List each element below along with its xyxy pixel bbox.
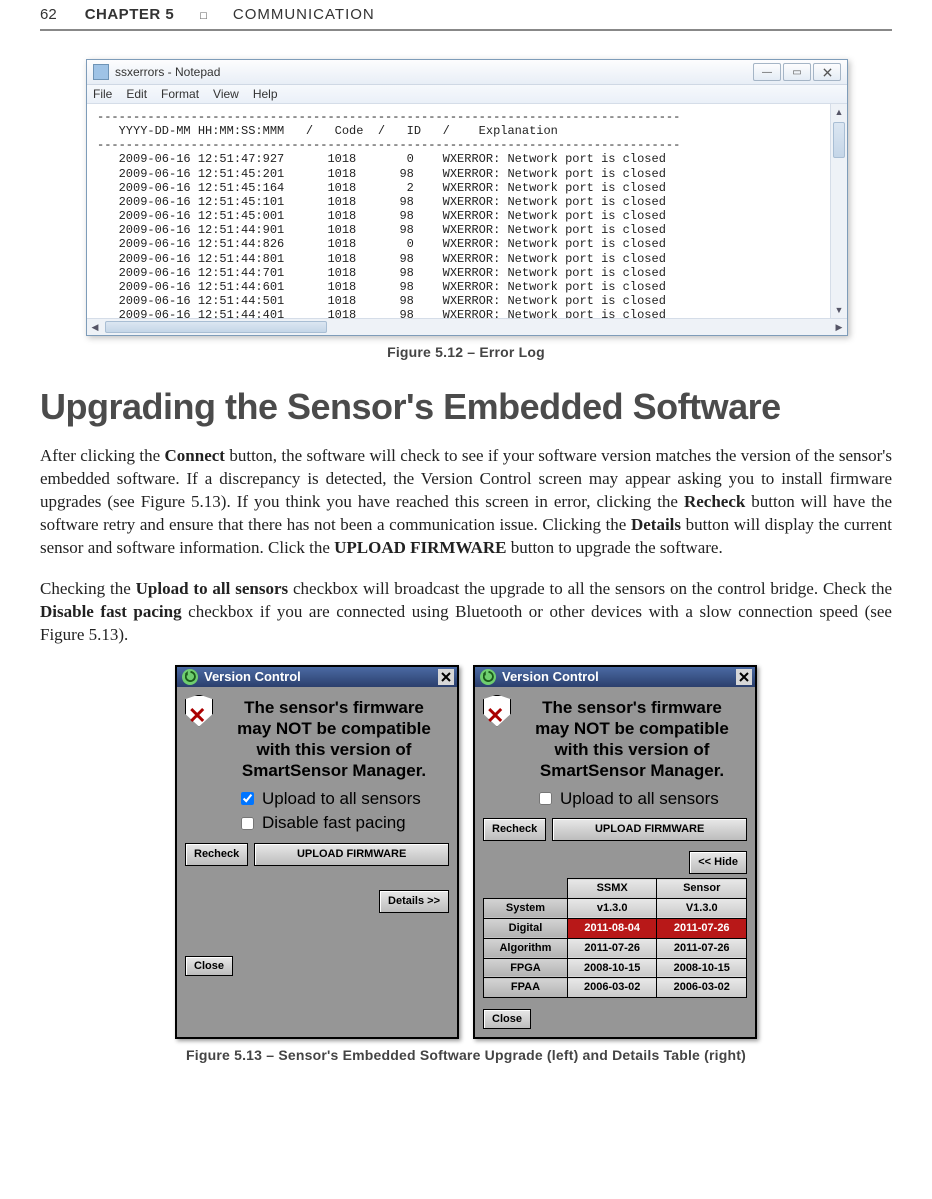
notepad-window: ssxerrors - Notepad — ▭ File Edit Format… <box>86 59 848 336</box>
menu-edit[interactable]: Edit <box>126 87 147 101</box>
dialog-title: Version Control <box>502 669 599 684</box>
section-label: COMMUNICATION <box>233 6 375 23</box>
refresh-icon <box>182 669 198 685</box>
recheck-button[interactable]: Recheck <box>483 818 546 841</box>
scroll-down-icon[interactable]: ▼ <box>831 302 847 318</box>
recheck-button[interactable]: Recheck <box>185 843 248 866</box>
scroll-thumb[interactable] <box>833 122 845 158</box>
figure-5-12-caption: Figure 5.12 – Error Log <box>40 344 892 360</box>
heading-upgrading: Upgrading the Sensor's Embedded Software <box>40 386 892 428</box>
refresh-icon <box>480 669 496 685</box>
table-cell: 2011-08-04 <box>567 918 657 938</box>
scroll-left-icon[interactable]: ◀ <box>87 322 103 333</box>
upload-firmware-button[interactable]: UPLOAD FIRMWARE <box>552 818 747 841</box>
scroll-up-icon[interactable]: ▲ <box>831 104 847 120</box>
menu-help[interactable]: Help <box>253 87 278 101</box>
col-sensor: Sensor <box>657 879 747 899</box>
table-cell: 2011-07-26 <box>657 918 747 938</box>
upload-all-checkbox[interactable]: Upload to all sensors <box>237 788 449 811</box>
table-row-header: System <box>484 898 568 918</box>
hide-button[interactable]: << Hide <box>689 851 747 874</box>
table-cell: 2008-10-15 <box>657 958 747 978</box>
table-cell: 2008-10-15 <box>567 958 657 978</box>
details-table: SSMXSensor Systemv1.3.0V1.3.0Digital2011… <box>483 878 747 998</box>
close-button[interactable]: Close <box>185 956 233 976</box>
disable-fast-pacing-checkbox[interactable]: Disable fast pacing <box>237 812 449 835</box>
notepad-menubar: File Edit Format View Help <box>87 85 847 104</box>
upload-all-checkbox[interactable]: Upload to all sensors <box>535 788 747 811</box>
table-row-header: Algorithm <box>484 938 568 958</box>
table-cell: 2011-07-26 <box>657 938 747 958</box>
scroll-right-icon[interactable]: ▶ <box>831 322 847 333</box>
dialog-title: Version Control <box>204 669 301 684</box>
chapter-label: CHAPTER 5 <box>85 6 175 23</box>
table-cell: 2011-07-26 <box>567 938 657 958</box>
table-row-header: Digital <box>484 918 568 938</box>
separator-square: □ <box>200 10 207 22</box>
error-shield-icon: ✕ <box>483 695 511 727</box>
close-button[interactable] <box>813 63 841 81</box>
running-header: 62 CHAPTER 5 □ COMMUNICATION <box>40 0 892 31</box>
notepad-text: ----------------------------------------… <box>87 104 847 318</box>
table-row-header: FPAA <box>484 978 568 998</box>
upload-firmware-button[interactable]: UPLOAD FIRMWARE <box>254 843 449 866</box>
col-ssmx: SSMX <box>567 879 657 899</box>
menu-format[interactable]: Format <box>161 87 199 101</box>
table-row-header: FPGA <box>484 958 568 978</box>
close-button[interactable]: Close <box>483 1009 531 1029</box>
hscroll-thumb[interactable] <box>105 321 327 333</box>
error-shield-icon: ✕ <box>185 695 213 727</box>
table-cell: V1.3.0 <box>657 898 747 918</box>
horizontal-scrollbar[interactable]: ◀ ▶ <box>87 318 847 335</box>
table-cell: v1.3.0 <box>567 898 657 918</box>
paragraph-2: Checking the Upload to all sensors check… <box>40 578 892 647</box>
version-control-dialog-right: Version Control ✕ The sensor's firmware … <box>473 665 757 1040</box>
vertical-scrollbar[interactable]: ▲ ▼ <box>830 104 847 318</box>
table-cell: 2006-03-02 <box>567 978 657 998</box>
version-control-dialog-left: Version Control ✕ The sensor's firmware … <box>175 665 459 1040</box>
menu-file[interactable]: File <box>93 87 112 101</box>
figure-5-13-caption: Figure 5.13 – Sensor's Embedded Software… <box>40 1047 892 1063</box>
notepad-icon <box>93 64 109 80</box>
details-button[interactable]: Details >> <box>379 890 449 913</box>
close-icon[interactable] <box>736 669 752 685</box>
figure-5-13-dialogs: Version Control ✕ The sensor's firmware … <box>40 665 892 1040</box>
close-icon[interactable] <box>438 669 454 685</box>
maximize-button[interactable]: ▭ <box>783 63 811 81</box>
minimize-button[interactable]: — <box>753 63 781 81</box>
warning-message: The sensor's firmware may NOT be compati… <box>219 695 449 782</box>
notepad-titlebar: ssxerrors - Notepad — ▭ <box>87 60 847 85</box>
paragraph-1: After clicking the Connect button, the s… <box>40 445 892 560</box>
table-cell: 2006-03-02 <box>657 978 747 998</box>
warning-message: The sensor's firmware may NOT be compati… <box>517 695 747 782</box>
page-number: 62 <box>40 6 57 23</box>
menu-view[interactable]: View <box>213 87 239 101</box>
notepad-title: ssxerrors - Notepad <box>115 65 220 79</box>
